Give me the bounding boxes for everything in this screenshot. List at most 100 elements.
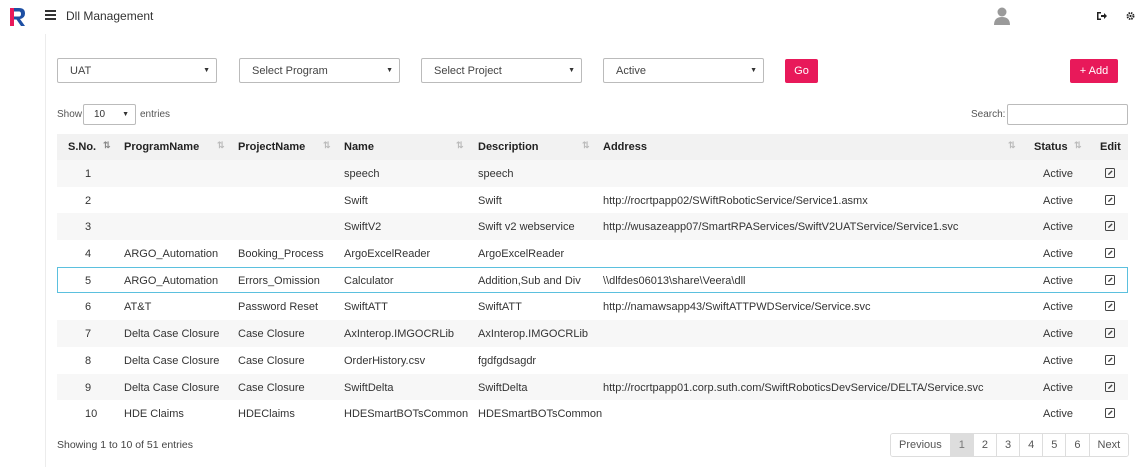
cell-address: http://rocrtpapp01.corp.suth.com/SwiftRo…: [603, 381, 984, 394]
sort-icon[interactable]: ⇅: [582, 140, 590, 151]
cell-sno: 4: [85, 248, 92, 261]
cell-project-name: Case Closure: [238, 354, 305, 367]
user-avatar-icon[interactable]: [993, 6, 1011, 26]
table-row[interactable]: 9 Delta Case Closure Case Closure SwiftDelt…: [57, 373, 1128, 401]
column-header-sno[interactable]: S.No.: [68, 141, 96, 153]
edit-icon[interactable]: [1105, 274, 1115, 285]
cell-sno: 6: [85, 301, 92, 314]
cell-name: Swift: [344, 194, 368, 207]
pagination-page[interactable]: 1: [949, 434, 973, 456]
table-row[interactable]: 4 ARGO_Automation Booking_Process ArgoExcel…: [57, 240, 1128, 267]
search-input[interactable]: [1007, 104, 1128, 125]
cell-name: SwiftATT: [344, 301, 388, 314]
table-row[interactable]: 7 Delta Case Closure Case Closure AxInterop…: [57, 320, 1128, 347]
column-header-description[interactable]: Description: [478, 141, 539, 153]
sort-icon[interactable]: ⇅: [217, 140, 225, 151]
cell-description: AxInterop.IMGOCRLib: [478, 328, 589, 341]
table-body: 1 speech speech Active 2 Swift Swift http://roc…: [57, 160, 1128, 427]
edit-icon[interactable]: [1105, 354, 1115, 365]
cell-status: Active: [1043, 301, 1073, 314]
cell-project-name: Password Reset: [238, 301, 319, 314]
table-header: S.No. ⇅ ProgramName ⇅ ProjectName ⇅ Name…: [57, 134, 1128, 160]
cell-program-name: Delta Case Closure: [124, 354, 220, 367]
gear-icon[interactable]: [1126, 11, 1135, 21]
table-row[interactable]: 1 speech speech Active: [57, 160, 1128, 187]
cell-description: HDESmartBOTsCommon: [478, 408, 603, 421]
cell-sno: 1: [85, 168, 92, 180]
cell-status: Active: [1043, 274, 1073, 287]
cell-project-name: HDEClaims: [238, 408, 295, 421]
pagination-page[interactable]: 3: [996, 434, 1020, 456]
table-row[interactable]: 8 Delta Case Closure Case Closure OrderHist…: [57, 347, 1128, 374]
cell-name: speech: [344, 168, 380, 180]
sort-icon[interactable]: ⇅: [1074, 140, 1082, 151]
sign-out-icon[interactable]: [1096, 11, 1107, 21]
pagination-next[interactable]: Next: [1088, 434, 1129, 456]
edit-icon[interactable]: [1105, 248, 1115, 259]
sort-icon[interactable]: ⇅: [456, 140, 464, 151]
hamburger-menu-icon[interactable]: [45, 10, 56, 20]
cell-status: Active: [1043, 168, 1073, 180]
chevron-down-icon: ▼: [203, 67, 210, 74]
column-header-name[interactable]: Name: [344, 141, 374, 153]
column-header-programname[interactable]: ProgramName: [124, 141, 199, 153]
edit-icon[interactable]: [1105, 194, 1115, 205]
cell-description: Addition,Sub and Div: [478, 274, 581, 287]
add-button[interactable]: + Add: [1070, 59, 1118, 83]
pagination-page[interactable]: 2: [972, 434, 997, 456]
program-select[interactable]: Select Program ▼: [239, 58, 400, 83]
search-label: Search:: [971, 109, 1006, 120]
status-select[interactable]: Active ▼: [603, 58, 764, 83]
cell-name: Calculator: [344, 274, 394, 287]
program-select-value: Select Program: [252, 65, 328, 77]
column-header-status[interactable]: Status: [1034, 141, 1068, 153]
dll-table: S.No. ⇅ ProgramName ⇅ ProjectName ⇅ Name…: [57, 134, 1128, 427]
cell-status: Active: [1043, 328, 1073, 341]
cell-sno: 5: [85, 274, 92, 287]
edit-icon[interactable]: [1105, 408, 1115, 419]
table-row[interactable]: 10 HDE Claims HDEClaims HDESmartBOTsCommon H…: [57, 400, 1128, 427]
cell-description: fgdfgdsagdr: [478, 354, 537, 367]
table-row[interactable]: 6 AT&T Password Reset SwiftATT SwiftATT http:…: [57, 293, 1128, 320]
sort-asc-icon[interactable]: ⇅: [103, 140, 111, 151]
cell-description: Swift v2 webservice: [478, 221, 575, 234]
cell-address: http://rocrtpapp02/SWiftRoboticService/S…: [603, 194, 868, 207]
project-select[interactable]: Select Project ▼: [421, 58, 582, 83]
app-logo-icon[interactable]: [8, 6, 28, 28]
chevron-down-icon: ▼: [122, 111, 129, 118]
cell-description: ArgoExcelReader: [478, 248, 565, 261]
cell-program-name: Delta Case Closure: [124, 381, 220, 394]
pagination-previous[interactable]: Previous: [891, 434, 950, 456]
pagination: Previous 1 2 3 4 5 6 Next: [890, 433, 1130, 457]
table-row[interactable]: 5 ARGO_Automation Errors_Omission Calculato…: [57, 266, 1128, 294]
environment-select[interactable]: UAT ▼: [57, 58, 217, 83]
show-label: Show: [57, 109, 83, 120]
cell-status: Active: [1043, 221, 1073, 234]
table-row[interactable]: 3 SwiftV2 Swift v2 webservice http://wusaze…: [57, 213, 1128, 241]
chevron-down-icon: ▼: [386, 67, 393, 74]
cell-sno: 9: [85, 381, 92, 394]
column-header-address[interactable]: Address: [603, 141, 647, 153]
chevron-down-icon: ▼: [568, 67, 575, 74]
cell-status: Active: [1043, 354, 1073, 367]
column-header-projectname[interactable]: ProjectName: [238, 141, 305, 153]
edit-icon[interactable]: [1105, 301, 1115, 312]
pagination-page[interactable]: 5: [1042, 434, 1066, 456]
pagination-page[interactable]: 4: [1019, 434, 1043, 456]
cell-program-name: AT&T: [124, 301, 152, 314]
table-row[interactable]: 2 Swift Swift http://rocrtpapp02/SWiftRobot…: [57, 187, 1128, 214]
page-title: Dll Management: [66, 9, 154, 23]
pagination-page[interactable]: 6: [1065, 434, 1089, 456]
cell-program-name: ARGO_Automation: [124, 248, 219, 261]
sort-icon[interactable]: ⇅: [1008, 140, 1016, 151]
edit-icon[interactable]: [1105, 221, 1115, 232]
entries-per-page-select[interactable]: 10 ▼: [83, 104, 136, 125]
sort-icon[interactable]: ⇅: [323, 140, 331, 151]
cell-program-name: ARGO_Automation: [124, 274, 219, 287]
edit-icon[interactable]: [1105, 328, 1115, 339]
cell-description: Swift: [478, 194, 502, 207]
edit-icon[interactable]: [1105, 381, 1115, 392]
cell-address: \\dlfdes06013\share\Veera\dll: [603, 274, 746, 287]
go-button[interactable]: Go: [785, 59, 818, 83]
edit-icon[interactable]: [1105, 168, 1115, 178]
